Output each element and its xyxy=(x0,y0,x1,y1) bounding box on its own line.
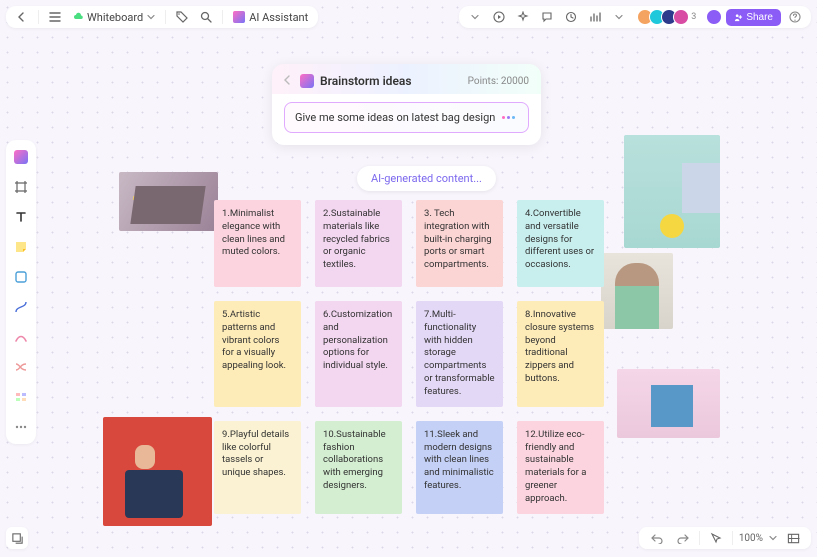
idea-card[interactable]: 11.Sleek and modern designs with clean l… xyxy=(416,421,503,514)
ai-assistant-button[interactable]: AI Assistant xyxy=(229,11,312,24)
people-icon xyxy=(734,13,743,22)
chart-icon[interactable] xyxy=(585,7,605,27)
cursor-icon[interactable] xyxy=(706,528,726,548)
history-icon[interactable] xyxy=(561,7,581,27)
document-name: Whiteboard xyxy=(87,11,143,24)
chevron-down-icon[interactable] xyxy=(769,534,777,542)
ai-card-title: Brainstorm ideas xyxy=(320,74,412,88)
ai-logo-icon xyxy=(300,74,314,88)
back-icon[interactable] xyxy=(12,7,32,27)
chevron-down-icon xyxy=(147,13,155,21)
idea-card[interactable]: 10.Sustainable fashion collaborations wi… xyxy=(315,421,402,514)
image-mint-bag[interactable] xyxy=(624,135,720,248)
sticky-note-tool-icon[interactable] xyxy=(10,236,32,258)
menu-icon[interactable] xyxy=(45,7,65,27)
document-name-dropdown[interactable]: Whiteboard xyxy=(69,11,159,24)
redo-icon[interactable] xyxy=(673,528,693,548)
text-tool-icon[interactable] xyxy=(10,206,32,228)
pen-tool-icon[interactable] xyxy=(10,326,32,348)
template-tool-icon[interactable] xyxy=(10,386,32,408)
share-label: Share xyxy=(746,12,773,23)
avatar-extra-count: 3 xyxy=(691,12,696,22)
idea-card[interactable]: 8.Innovative closure systems beyond trad… xyxy=(517,301,604,407)
idea-card[interactable]: 9.Playful details like colorful tassels … xyxy=(214,421,301,514)
chevron-down-icon[interactable] xyxy=(465,7,485,27)
ai-prompt-text: Give me some ideas on latest bag design xyxy=(295,111,495,124)
crossing-tool-icon[interactable] xyxy=(10,356,32,378)
ai-loading-dots-icon xyxy=(502,113,520,123)
fit-view-icon[interactable] xyxy=(783,528,803,548)
tag-icon[interactable] xyxy=(172,7,192,27)
idea-card[interactable]: 12.Utilize eco-friendly and sustainable … xyxy=(517,421,604,514)
chevron-down-icon[interactable] xyxy=(609,7,629,27)
topbar-right: 3 Share xyxy=(459,6,811,28)
idea-card[interactable]: 7.Multi-functionality with hidden storag… xyxy=(416,301,503,407)
zoom-level[interactable]: 100% xyxy=(739,533,763,544)
share-button[interactable]: Share xyxy=(726,9,781,26)
idea-card[interactable]: 1.Minimalist elegance with clean lines a… xyxy=(214,200,301,287)
idea-card[interactable]: 3. Tech integration with built-in chargi… xyxy=(416,200,503,287)
idea-card[interactable]: 4.Convertible and versatile designs for … xyxy=(517,200,604,287)
ai-points: Points: 20000 xyxy=(468,76,529,87)
connector-tool-icon[interactable] xyxy=(10,296,32,318)
avatar xyxy=(673,9,689,25)
cloud-icon xyxy=(73,12,83,22)
undo-icon[interactable] xyxy=(647,528,667,548)
image-bag-brown[interactable] xyxy=(119,172,218,231)
ai-prompt-input[interactable]: Give me some ideas on latest bag design xyxy=(284,102,529,133)
ai-assistant-label: AI Assistant xyxy=(249,11,308,24)
search-icon[interactable] xyxy=(196,7,216,27)
layers-panel-icon[interactable] xyxy=(6,527,28,549)
idea-card[interactable]: 6.Customization and personalization opti… xyxy=(315,301,402,407)
topbar-left: Whiteboard AI Assistant xyxy=(6,6,318,28)
ai-back-icon[interactable] xyxy=(284,75,292,88)
image-tote-bag[interactable] xyxy=(617,369,720,438)
image-red-person-bag[interactable] xyxy=(103,417,212,526)
comment-icon[interactable] xyxy=(537,7,557,27)
ai-generated-chip[interactable]: AI-generated content... xyxy=(357,166,496,191)
help-icon[interactable] xyxy=(785,7,805,27)
current-user-avatar[interactable] xyxy=(706,9,722,25)
ai-logo-icon xyxy=(233,11,245,23)
ai-brainstorm-card: Brainstorm ideas Points: 20000 Give me s… xyxy=(272,64,541,145)
idea-card[interactable]: 2.Sustainable materials like recycled fa… xyxy=(315,200,402,287)
tool-sidebar xyxy=(6,140,36,444)
ideas-grid: 1.Minimalist elegance with clean lines a… xyxy=(214,200,604,528)
collaborator-avatars[interactable]: 3 xyxy=(637,9,696,25)
shape-tool-icon[interactable] xyxy=(10,266,32,288)
idea-card[interactable]: 5.Artistic patterns and vibrant colors f… xyxy=(214,301,301,407)
image-woman[interactable] xyxy=(601,253,673,329)
frame-tool-icon[interactable] xyxy=(10,176,32,198)
ai-tool-icon[interactable] xyxy=(10,146,32,168)
play-icon[interactable] xyxy=(489,7,509,27)
more-tools-icon[interactable] xyxy=(10,416,32,438)
bottom-toolbar: 100% xyxy=(639,527,811,549)
sparkle-icon[interactable] xyxy=(513,7,533,27)
